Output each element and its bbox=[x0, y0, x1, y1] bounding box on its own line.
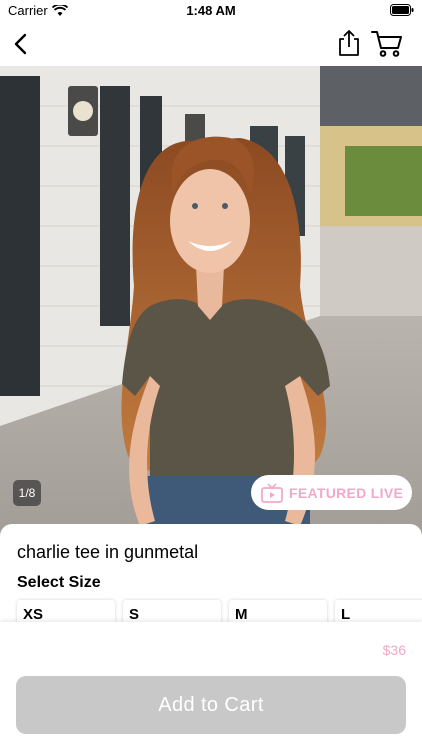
product-title: charlie tee in gunmetal bbox=[17, 542, 199, 562]
share-button[interactable] bbox=[335, 28, 363, 58]
product-photo bbox=[0, 66, 422, 536]
featured-live-badge[interactable]: FEATURED LIVE bbox=[251, 475, 412, 510]
product-image[interactable] bbox=[0, 66, 422, 536]
tv-play-icon bbox=[261, 482, 283, 503]
share-icon bbox=[339, 30, 359, 56]
cart-icon bbox=[371, 31, 402, 57]
product-price: $36 bbox=[382, 642, 406, 658]
battery-icon bbox=[390, 4, 414, 16]
add-to-cart-button[interactable]: Add to Cart bbox=[16, 676, 406, 734]
chevron-left-icon bbox=[14, 33, 27, 55]
featured-live-label: FEATURED LIVE bbox=[289, 484, 404, 501]
status-time: 1:48 AM bbox=[186, 3, 236, 18]
cart-button[interactable] bbox=[370, 28, 404, 58]
status-bar: Carrier 1:48 AM bbox=[0, 0, 422, 22]
status-right bbox=[390, 4, 414, 19]
back-button[interactable] bbox=[8, 30, 36, 58]
bottom-action-panel: $36 Add to Cart bbox=[0, 622, 422, 750]
image-counter: 1/8 bbox=[13, 480, 41, 506]
nav-bar bbox=[0, 22, 422, 66]
select-size-label: Select Size bbox=[17, 574, 101, 591]
